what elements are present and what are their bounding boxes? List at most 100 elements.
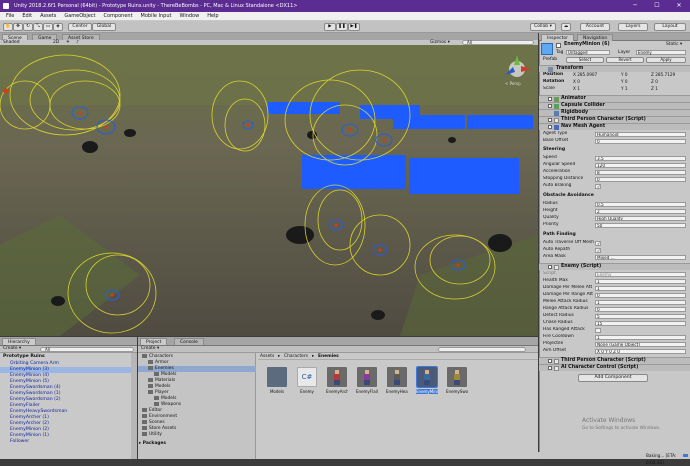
component-third-person-character-2[interactable]: Third Person Character (Script) [539, 357, 690, 364]
scale-tool-icon[interactable]: ⤡ [33, 23, 43, 31]
perspective-label[interactable]: < Persp [505, 81, 521, 86]
active-checkbox[interactable] [556, 43, 561, 48]
menu-mobile-input[interactable]: Mobile Input [137, 13, 176, 19]
hierarchy-search-input[interactable]: All [40, 347, 134, 352]
component-enemy-script[interactable]: Enemy (Script) [539, 263, 690, 270]
scene-view[interactable]: < Persp [0, 45, 538, 336]
pause-icon[interactable]: ❚❚ [336, 23, 348, 31]
auto-braking-checkbox[interactable]: ✓ [595, 183, 601, 189]
component-enabled-checkbox[interactable] [548, 97, 552, 101]
play-icon[interactable]: ▶ [324, 23, 336, 31]
position-x[interactable]: X 285.0907 [573, 72, 597, 78]
tag-dropdown[interactable]: Untagged [566, 50, 610, 55]
component-enabled-checkbox[interactable] [548, 359, 552, 363]
agent-type-dropdown[interactable]: Humanoid [595, 131, 686, 137]
menu-gameobject[interactable]: GameObject [60, 13, 99, 19]
menu-component[interactable]: Component [100, 13, 137, 19]
component-third-person-character[interactable]: Third Person Character (Script) [539, 116, 690, 123]
rotate-tool-icon[interactable]: ↻ [23, 23, 33, 31]
scale-y[interactable]: Y 1 [621, 86, 628, 92]
asset-item[interactable]: C# Enemy [296, 367, 318, 394]
cloud-icon[interactable]: ☁ [561, 23, 571, 31]
pivot-center-toggle[interactable]: Center [68, 23, 92, 31]
prefab-apply-button[interactable]: Apply [646, 57, 686, 63]
projectile-field[interactable]: None (Game Object) [595, 341, 686, 347]
component-rigidbody[interactable]: Rigidbody [539, 109, 690, 116]
hierarchy-create-button[interactable]: Create ▾ [3, 346, 21, 352]
prefab-select-button[interactable]: Select [566, 57, 604, 63]
area-mask-dropdown[interactable]: Mixed ... [595, 254, 686, 260]
tab-hierarchy[interactable]: Hierarchy [2, 338, 36, 345]
close-button[interactable]: ✕ [668, 0, 690, 12]
move-tool-icon[interactable]: ✥ [13, 23, 23, 31]
rect-tool-icon[interactable]: ▭ [43, 23, 53, 31]
rotation-z[interactable]: Z 0 [651, 79, 658, 85]
tab-console[interactable]: Console [174, 338, 204, 345]
radius-field[interactable]: 0.5 [595, 201, 686, 207]
breadcrumb-enemies[interactable]: Enemies [318, 353, 339, 360]
tab-project[interactable]: Project [140, 338, 168, 345]
component-enabled-checkbox[interactable] [548, 118, 552, 122]
layers-dropdown[interactable]: Layers [618, 23, 648, 31]
menu-edit[interactable]: Edit [18, 13, 36, 19]
asset-item-selected[interactable]: EnemyMini... [416, 366, 438, 394]
component-transform[interactable]: Transform [539, 65, 690, 72]
health-max-field[interactable]: 1 [595, 278, 686, 284]
fire-cooldown-field[interactable]: 1 [595, 334, 686, 340]
pivot-space-toggle[interactable]: Global [92, 23, 116, 31]
layout-dropdown[interactable]: Layout [654, 23, 686, 31]
detect-radius-field[interactable]: 5 [595, 313, 686, 319]
quality-dropdown[interactable]: High Quality [595, 215, 686, 221]
collab-button[interactable]: Collab ▾ [530, 23, 556, 31]
hierarchy-item[interactable]: Follower [10, 439, 29, 445]
hierarchy-scene-root[interactable]: Prototype Ruins [3, 354, 45, 360]
asset-item[interactable]: EnemyHea... [386, 367, 408, 394]
priority-field[interactable]: 50 [595, 222, 686, 228]
object-name-field[interactable]: EnemyMinion (6) [564, 42, 610, 47]
project-search-input[interactable] [438, 347, 526, 352]
step-icon[interactable]: ▶❚ [348, 23, 360, 31]
prefab-revert-button[interactable]: Revert [606, 57, 644, 63]
asset-item[interactable]: EnemyFlail... [356, 367, 378, 394]
component-animator[interactable]: Animator [539, 95, 690, 102]
tab-inspector[interactable]: Inspector [541, 34, 574, 41]
rotation-y[interactable]: Y 0 [621, 79, 628, 85]
rotation-x[interactable]: X 0 [573, 79, 580, 85]
layer-dropdown[interactable]: Enemy [636, 50, 686, 55]
chase-radius-field[interactable]: 15 [595, 320, 686, 326]
menu-window[interactable]: Window [175, 13, 203, 19]
menu-help[interactable]: Help [203, 13, 222, 19]
component-enabled-checkbox[interactable] [548, 125, 552, 129]
asset-item[interactable]: EnemyArch... [326, 367, 348, 394]
auto-traverse-checkbox[interactable]: ✓ [595, 240, 601, 246]
base-offset-field[interactable]: 0 [595, 138, 686, 144]
component-enabled-checkbox[interactable] [548, 265, 552, 269]
tab-navigation[interactable]: Navigation [577, 34, 614, 41]
account-dropdown[interactable]: Account [580, 23, 610, 31]
component-nav-mesh-agent[interactable]: Nav Mesh Agent [539, 123, 690, 130]
tree-item-packages[interactable]: ▸ Packages [139, 441, 166, 447]
transform-tool-icon[interactable]: ◈ [53, 23, 63, 31]
scale-x[interactable]: X 1 [573, 86, 580, 92]
maximize-button[interactable]: ☐ [646, 0, 668, 12]
speed-field[interactable]: 3.5 [595, 155, 686, 161]
range-radius-field[interactable]: 0 [595, 306, 686, 312]
stopping-distance-field[interactable]: 0 [595, 176, 686, 182]
add-component-button[interactable]: Add Component [578, 374, 648, 382]
aim-offset-field[interactable]: X 0 Y 0 Z 0 [595, 348, 686, 354]
asset-item[interactable]: Models [266, 367, 288, 394]
menu-assets[interactable]: Assets [36, 13, 60, 19]
scale-z[interactable]: Z 1 [651, 86, 658, 92]
hand-tool-icon[interactable]: ✋ [3, 23, 13, 31]
minimize-button[interactable]: ─ [624, 0, 646, 12]
position-y[interactable]: Y 0 [621, 72, 628, 78]
menu-file[interactable]: File [2, 13, 18, 19]
damage-melee-field[interactable]: 1 [595, 285, 686, 291]
hierarchy-scrollbar[interactable] [131, 353, 137, 459]
component-enabled-checkbox[interactable] [548, 104, 552, 108]
tree-item[interactable]: Utility [142, 432, 162, 438]
component-enabled-checkbox[interactable] [548, 366, 552, 370]
breadcrumb-assets[interactable]: Assets [260, 353, 274, 360]
static-dropdown[interactable]: Static ▾ [666, 42, 682, 47]
height-field[interactable]: 2 [595, 208, 686, 214]
